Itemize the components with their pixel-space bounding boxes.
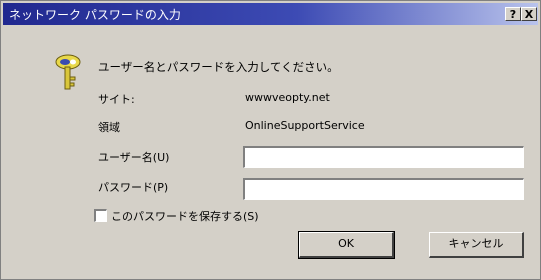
username-label: ユーザー名(U) (98, 151, 170, 164)
save-password-label[interactable]: このパスワードを保存する(S) (111, 208, 259, 224)
site-value: wwwveopty.net (245, 91, 330, 104)
help-button[interactable]: ? (505, 7, 521, 21)
password-label: パスワード(P) (98, 181, 169, 194)
prompt-text: ユーザー名とパスワードを入力してください。 (98, 60, 339, 74)
title-bar[interactable]: ネットワーク パスワードの入力 ? X (3, 3, 538, 25)
save-password-checkbox[interactable] (94, 209, 107, 222)
window-title: ネットワーク パスワードの入力 (9, 8, 181, 22)
realm-label: 領域 (98, 121, 120, 134)
password-dialog: ネットワーク パスワードの入力 ? X ユーザー名とパスワードを入力してください… (0, 0, 541, 280)
close-button[interactable]: X (521, 7, 537, 21)
site-label: サイト: (98, 93, 135, 106)
password-input[interactable] (242, 177, 525, 201)
cancel-button[interactable]: キャンセル (429, 232, 524, 258)
username-input[interactable] (242, 145, 525, 169)
realm-value: OnlineSupportService (245, 119, 365, 132)
key-icon (55, 54, 81, 90)
ok-button[interactable]: OK (298, 231, 395, 259)
